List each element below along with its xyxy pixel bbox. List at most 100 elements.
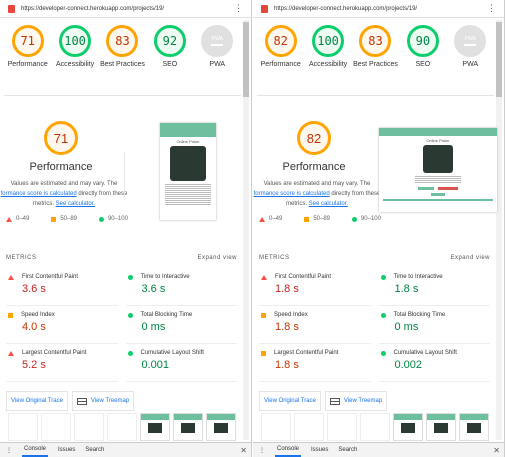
metric-item: Speed Index 1.8 s [259,306,371,344]
legend-pass: 90–100 [360,216,381,222]
performance-score-gauge: 82 [297,121,331,155]
desc-text: directly from these [76,191,128,197]
metric-label: First Contentful Paint [22,274,79,280]
metric-label: Time to Interactive [140,274,190,280]
gauge-best-practices[interactable]: 83 Best Practices [99,25,145,68]
url-text: https://developer-connect.herokuapp.com/… [274,5,418,12]
devtools-tab-issues[interactable]: Issues [311,447,328,453]
average-square-icon [304,216,310,222]
metric-item: First Contentful Paint 3.6 s [6,268,118,306]
devtools-tab-console[interactable]: Console [22,443,49,457]
average-square-icon [51,216,57,222]
see-calculator-link[interactable]: See calculator. [56,201,95,207]
filmstrip-frame [360,413,390,441]
lighthouse-icon [261,4,268,13]
score-legend: 0–49 50–89 90–100 [259,216,381,222]
more-options-icon[interactable]: ⋮ [234,3,243,14]
filmstrip-frame [41,413,71,441]
metric-item: Cumulative Layout Shift 0.001 [125,344,237,382]
metrics-grid: First Contentful Paint 1.8 s Time to Inter… [259,268,490,382]
devtools-drawer: ⋮ Console Issues Search ✕ [253,442,504,457]
category-gauges: 82 Performance 100 Accessibility 83 Best Prac… [257,25,494,68]
desc-text: metrics. [32,201,56,207]
metrics-header: METRICS [6,255,37,261]
gauge-seo[interactable]: 92 SEO [147,25,193,68]
metric-label: Cumulative Layout Shift [140,350,204,356]
gauge-score: 100 [59,25,92,57]
score-calculated-link[interactable]: formance score is calculated [254,191,330,197]
fail-triangle-icon [261,274,267,280]
metric-value: 1.8 s [275,321,299,333]
drawer-menu-icon[interactable]: ⋮ [6,447,12,454]
view-original-trace-button[interactable]: View Original Trace [259,391,321,411]
devtools-tab-issues[interactable]: Issues [58,447,75,453]
filmstrip-frame [426,413,456,441]
expand-view-toggle[interactable]: Expand view [450,255,490,261]
pwa-badge: PWA [201,25,234,57]
expand-view-toggle[interactable]: Expand view [197,255,237,261]
scrollbar[interactable] [496,20,502,440]
view-treemap-button[interactable]: View Treemap [71,391,135,411]
filmstrip-frame [8,413,38,441]
scrollbar[interactable] [243,20,249,440]
performance-title: Performance [29,161,93,173]
see-calculator-link[interactable]: See calculator. [309,201,348,207]
screenshot-header [160,123,216,137]
gauge-accessibility[interactable]: 100 Accessibility [305,25,351,68]
gauge-label: PWA [209,61,226,68]
metric-value: 1.8 s [275,359,299,371]
button-label: View Original Trace [11,398,63,404]
fail-triangle-icon [259,216,265,222]
page-screenshot: Online Poker [160,123,216,220]
metric-item: Total Blocking Time 0 ms [125,306,237,344]
url-bar[interactable]: https://developer-connect.herokuapp.com/… [253,0,504,18]
devtools-tab-search[interactable]: Search [338,447,357,453]
metric-value: 3.6 s [141,283,166,295]
gauge-seo[interactable]: 90 SEO [400,25,446,68]
close-icon[interactable]: ✕ [240,446,247,455]
performance-description: Values are estimated and may vary. The fo… [253,179,381,209]
divider [124,152,125,197]
pass-circle-icon [127,350,133,356]
metric-label: Total Blocking Time [140,312,193,318]
performance-score-gauge: 71 [44,121,78,155]
more-options-icon[interactable]: ⋮ [487,3,496,14]
gauge-label: Best Practices [353,61,398,68]
average-square-icon [8,312,13,318]
pass-circle-icon [351,216,357,222]
score-calculated-link[interactable]: formance score is calculated [1,191,77,197]
page-screenshot: Online Poker [379,128,497,212]
url-bar[interactable]: https://developer-connect.herokuapp.com/… [0,0,251,18]
fail-triangle-icon [8,274,14,280]
metric-item: Total Blocking Time 0 ms [378,306,490,344]
metric-value: 0 ms [141,321,166,333]
devtools-tab-console[interactable]: Console [275,443,302,457]
screenshot-header [379,128,497,136]
gauge-accessibility[interactable]: 100 Accessibility [52,25,98,68]
average-square-icon [261,350,266,356]
gauge-performance[interactable]: 82 Performance [258,25,304,68]
view-original-trace-button[interactable]: View Original Trace [6,391,68,411]
gauge-label: Performance [7,61,48,68]
legend-fail: 0–49 [16,216,30,222]
metric-value: 4.0 s [22,321,46,333]
gauge-pwa[interactable]: PWA PWA [447,25,493,68]
devtools-tab-search[interactable]: Search [85,447,104,453]
drawer-menu-icon[interactable]: ⋮ [259,447,265,454]
screenshot-title: Online Poker [426,138,450,143]
devtools-drawer: ⋮ Console Issues Search ✕ [0,442,251,457]
close-icon[interactable]: ✕ [493,446,500,455]
view-treemap-button[interactable]: View Treemap [324,391,388,411]
metric-value: 5.2 s [22,359,46,371]
metric-label: Speed Index [21,312,55,318]
gauge-performance[interactable]: 71 Performance [5,25,51,68]
pass-circle-icon [380,350,386,356]
button-label: View Treemap [343,398,383,404]
category-gauges: 71 Performance 100 Accessibility 83 Best Prac… [4,25,241,68]
gauge-best-practices[interactable]: 83 Best Practices [352,25,398,68]
desc-text: directly from these [329,191,381,197]
legend-pass: 90–100 [107,216,128,222]
gauge-pwa[interactable]: PWA PWA [194,25,240,68]
gauge-label: PWA [462,61,479,68]
filmstrip-frame [206,413,236,441]
